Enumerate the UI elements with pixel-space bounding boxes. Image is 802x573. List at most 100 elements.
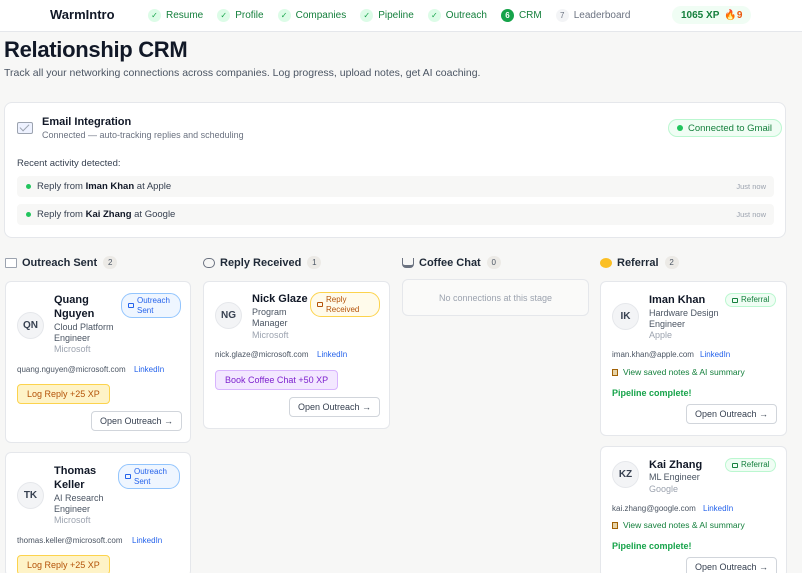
check-icon: ✓ xyxy=(427,8,441,22)
avatar: KZ xyxy=(612,461,639,488)
contact-company: Microsoft xyxy=(252,330,289,340)
activity-text: Reply from Kai Zhang at Google xyxy=(37,209,176,220)
contact-name: Kai Zhang xyxy=(649,459,703,471)
notebook-icon xyxy=(612,368,618,376)
activity-time: Just now xyxy=(736,182,766,191)
log-reply-button[interactable]: Log Reply +25 XP xyxy=(17,555,110,573)
contact-name: Thomas Keller xyxy=(54,465,97,491)
activity-row: Reply from Kai Zhang at Google Just now xyxy=(17,204,774,225)
contact-role: Program Manager xyxy=(252,307,288,328)
avatar: NG xyxy=(215,302,242,329)
top-nav-bar: WarmIntro ✓ Resume ✓ Profile ✓ Companies ✓ P… xyxy=(0,0,802,32)
status-dot-icon xyxy=(677,125,683,131)
avatar: IK xyxy=(612,303,639,330)
nav-profile[interactable]: ✓ Profile xyxy=(217,6,264,24)
column-count: 1 xyxy=(307,256,322,269)
handshake-icon xyxy=(732,297,738,303)
status-badge: Outreach Sent xyxy=(121,293,181,318)
column-count: 0 xyxy=(486,256,501,269)
handshake-icon xyxy=(600,257,612,268)
app-logo[interactable]: WarmIntro xyxy=(50,7,115,22)
linkedin-link[interactable]: LinkedIn xyxy=(134,365,164,374)
avatar: QN xyxy=(17,312,44,339)
contact-company: Apple xyxy=(649,330,673,340)
avatar: TK xyxy=(17,482,44,509)
xp-counter: 1065 XP 🔥9 xyxy=(672,6,752,24)
log-reply-button[interactable]: Log Reply +25 XP xyxy=(17,384,110,404)
activity-row: Reply from Iman Khan at Apple Just now xyxy=(17,176,774,197)
column-reply-received: Reply Received 1 xyxy=(203,256,322,269)
open-outreach-button[interactable]: Open Outreach → xyxy=(686,404,778,424)
email-integration-status: Connected — auto-tracking replies and sc… xyxy=(42,130,244,140)
column-title: Referral xyxy=(617,256,659,269)
open-outreach-button[interactable]: Open Outreach → xyxy=(91,411,183,431)
email-integration-card: Email Integration Connected — auto-track… xyxy=(4,102,786,238)
check-icon: ✓ xyxy=(148,8,161,22)
nav-resume[interactable]: ✓ Resume xyxy=(148,6,203,24)
linkedin-link[interactable]: LinkedIn xyxy=(317,350,347,359)
coffee-chat-empty-state: No connections at this stage xyxy=(402,279,589,316)
linkedin-link[interactable]: LinkedIn xyxy=(700,350,730,359)
speech-bubble-icon xyxy=(317,302,323,307)
streak-fire-icon: 🔥9 xyxy=(724,9,743,21)
contact-name: Nick Glaze xyxy=(252,293,308,305)
gmail-connected-button[interactable]: Connected to Gmail xyxy=(668,119,782,137)
step-number: 6 xyxy=(500,8,514,22)
recent-activity-label: Recent activity detected: xyxy=(17,158,121,169)
nav-label: Companies xyxy=(295,9,347,21)
contact-role: AI Research Engineer xyxy=(54,493,104,514)
view-notes-link[interactable]: View saved notes & AI summary xyxy=(612,520,745,530)
nav-companies[interactable]: ✓ Companies xyxy=(277,6,347,24)
contact-card-iman[interactable]: IK Iman Khan Hardware Design Engineer Ap… xyxy=(600,281,787,436)
column-count: 2 xyxy=(664,256,679,269)
nav-pipeline[interactable]: ✓ Pipeline xyxy=(360,6,414,24)
column-count: 2 xyxy=(103,256,118,269)
xp-value: 1065 XP xyxy=(681,9,720,21)
nav-leaderboard[interactable]: 7 Leaderboard xyxy=(555,6,630,24)
contact-role: ML Engineer xyxy=(649,472,700,482)
nav-crm[interactable]: 6 CRM xyxy=(500,6,542,24)
status-badge: Outreach Sent xyxy=(118,464,180,489)
contact-card-kai[interactable]: KZ Kai Zhang ML Engineer Google Referral… xyxy=(600,446,787,573)
pipeline-complete-label: Pipeline complete! xyxy=(612,541,692,551)
nav-outreach[interactable]: ✓ Outreach xyxy=(427,6,487,24)
nav-label: Resume xyxy=(166,9,204,21)
contact-card-quang[interactable]: QN Quang Nguyen Cloud Platform Engineer … xyxy=(5,281,191,443)
activity-time: Just now xyxy=(736,210,766,219)
contact-role: Cloud Platform Engineer xyxy=(54,322,114,343)
contact-email: iman.khan@apple.com xyxy=(612,350,694,359)
status-badge: Reply Received xyxy=(310,292,380,317)
contact-email: thomas.keller@microsoft.com xyxy=(17,536,123,545)
column-coffee-chat: Coffee Chat 0 xyxy=(402,256,501,269)
handshake-icon xyxy=(732,462,738,468)
open-outreach-button[interactable]: Open Outreach → xyxy=(289,397,381,417)
check-icon: ✓ xyxy=(217,8,231,22)
contact-card-nick[interactable]: NG Nick Glaze Program Manager Microsoft … xyxy=(203,281,390,429)
nav-label: Profile xyxy=(235,9,264,21)
envelope-icon xyxy=(125,474,131,479)
pipeline-complete-label: Pipeline complete! xyxy=(612,388,692,398)
linkedin-link[interactable]: LinkedIn xyxy=(703,504,733,513)
gmail-label: Connected to Gmail xyxy=(688,122,772,134)
activity-text: Reply from Iman Khan at Apple xyxy=(37,181,172,192)
envelope-icon xyxy=(128,303,134,308)
step-number: 7 xyxy=(555,8,569,22)
open-outreach-button[interactable]: Open Outreach → xyxy=(686,557,778,573)
nav-label: Pipeline xyxy=(378,9,414,21)
contact-role: Hardware Design Engineer xyxy=(649,308,719,329)
contact-card-thomas[interactable]: TK Thomas Keller AI Research Engineer Mi… xyxy=(5,452,191,573)
view-notes-link[interactable]: View saved notes & AI summary xyxy=(612,367,745,377)
contact-company: Microsoft xyxy=(54,515,91,525)
check-icon: ✓ xyxy=(360,8,374,22)
linkedin-link[interactable]: LinkedIn xyxy=(132,536,162,545)
column-title: Coffee Chat xyxy=(419,256,481,269)
step-nav: ✓ Resume ✓ Profile ✓ Companies ✓ Pipeline ✓ O… xyxy=(148,6,644,24)
email-integration-title: Email Integration xyxy=(42,116,132,128)
book-coffee-chat-button[interactable]: Book Coffee Chat +50 XP xyxy=(215,370,339,390)
speech-bubble-icon xyxy=(203,257,215,268)
column-title: Reply Received xyxy=(220,256,302,269)
envelope-icon xyxy=(5,257,17,268)
contact-email: nick.glaze@microsoft.com xyxy=(215,350,309,359)
status-dot-icon xyxy=(26,184,31,189)
notebook-icon xyxy=(612,521,618,529)
